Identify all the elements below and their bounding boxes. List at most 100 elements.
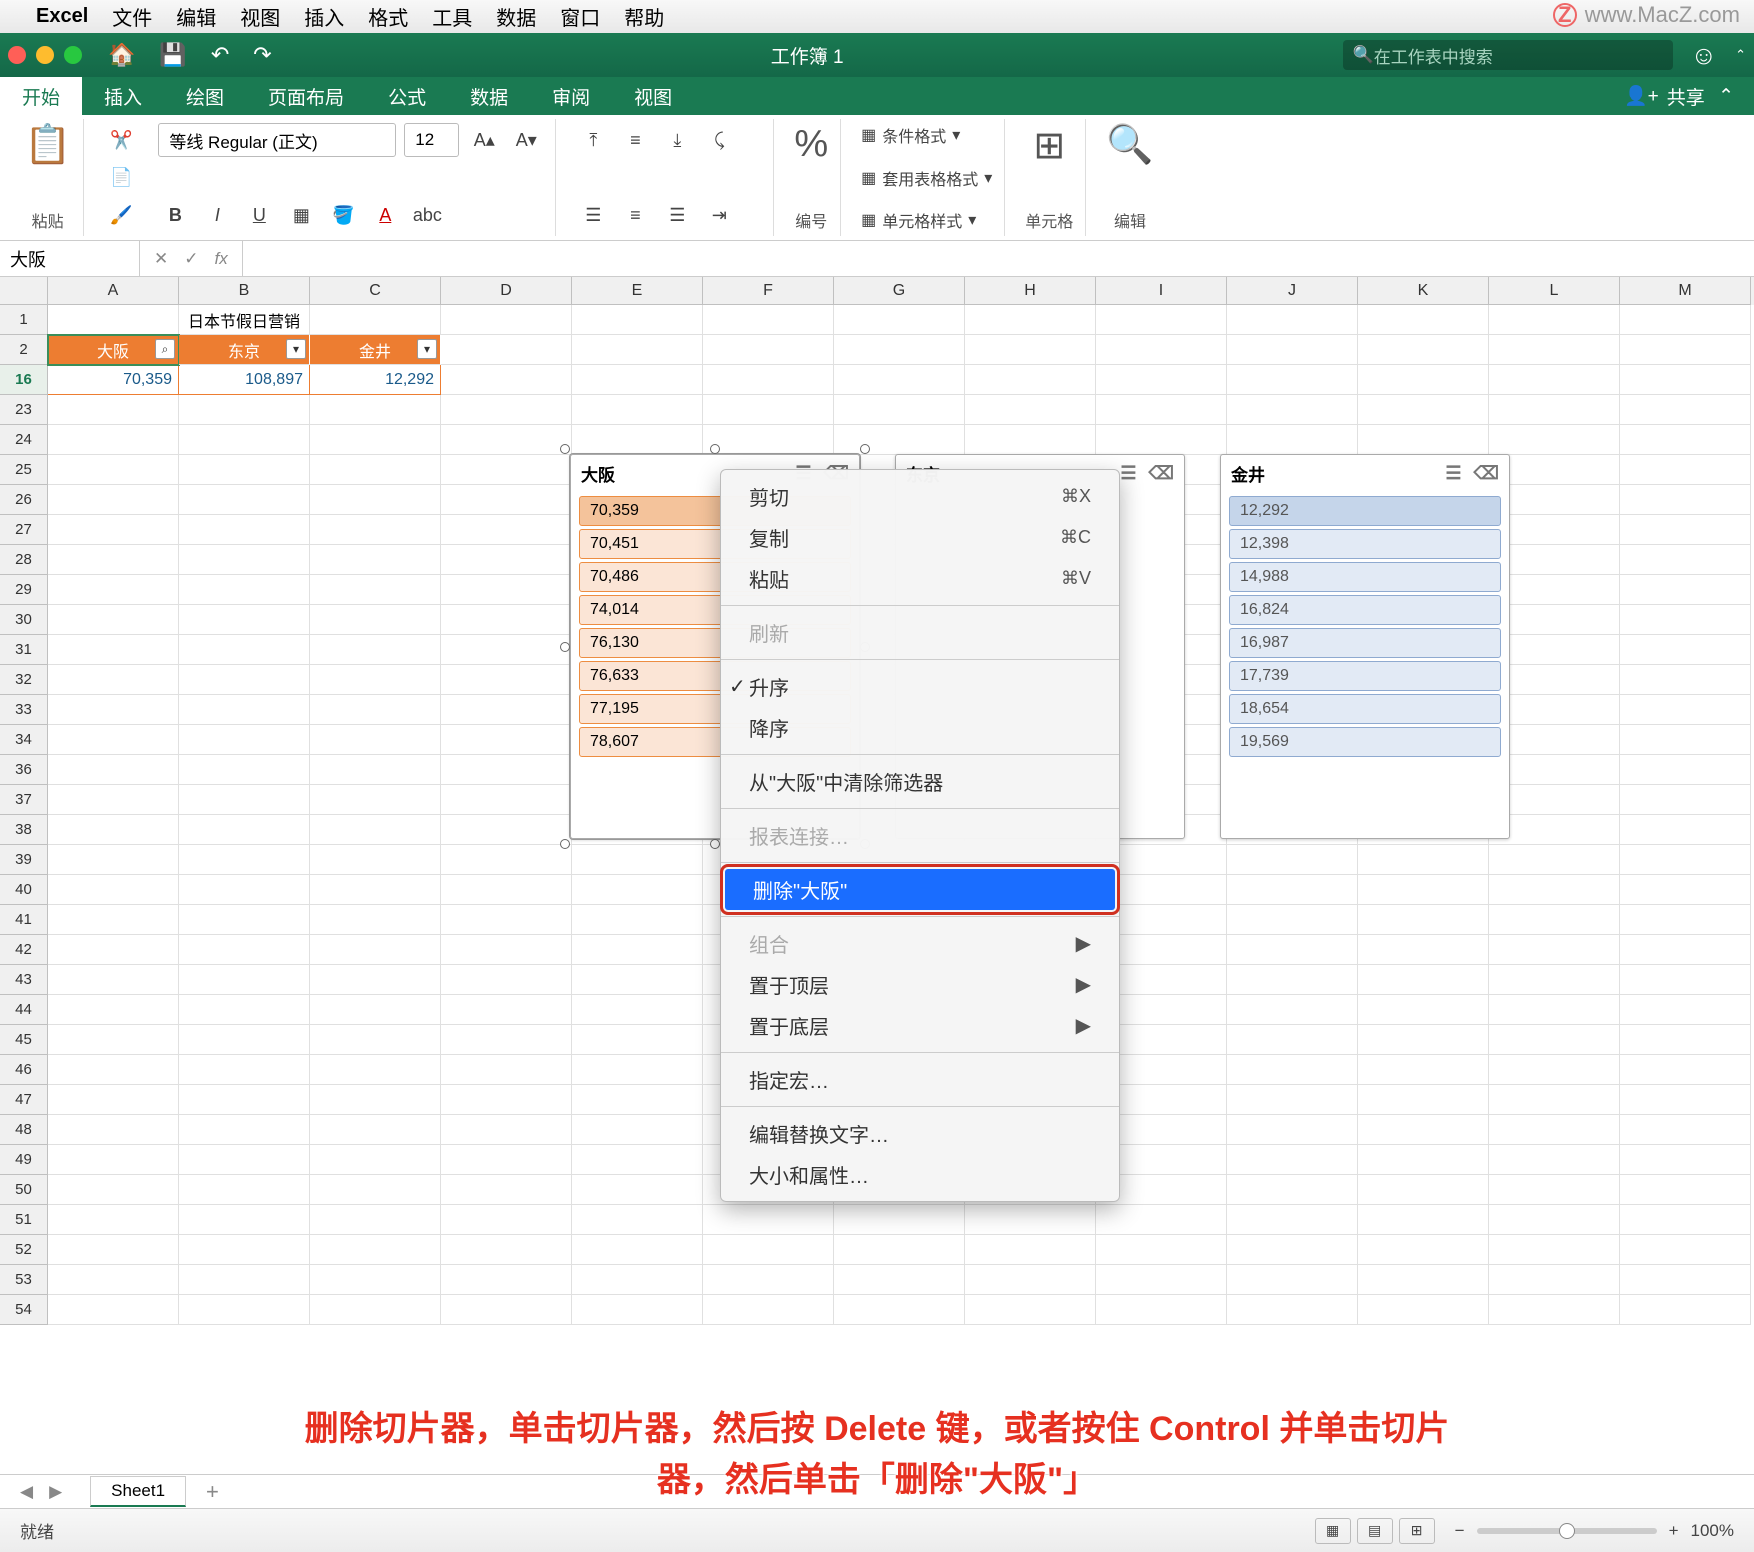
feedback-icon[interactable]: ☺: [1691, 40, 1718, 71]
cell[interactable]: [1489, 305, 1620, 335]
prev-sheet-icon[interactable]: ◀: [20, 1482, 33, 1502]
cell[interactable]: [703, 1265, 834, 1295]
cell[interactable]: [1620, 1265, 1751, 1295]
view-pagelayout-icon[interactable]: ▤: [1357, 1518, 1393, 1544]
cell[interactable]: [1489, 935, 1620, 965]
cell[interactable]: [310, 305, 441, 335]
row-header[interactable]: 28: [0, 545, 48, 575]
cell[interactable]: [1620, 635, 1751, 665]
home-icon[interactable]: 🏠: [108, 42, 135, 68]
cell[interactable]: [572, 1205, 703, 1235]
cell[interactable]: [441, 545, 572, 575]
cell[interactable]: [1227, 1295, 1358, 1325]
cell[interactable]: [1358, 1295, 1489, 1325]
cell[interactable]: [965, 1295, 1096, 1325]
slicer-item[interactable]: 12,292: [1229, 496, 1501, 526]
cell[interactable]: [179, 875, 310, 905]
cell[interactable]: [310, 575, 441, 605]
cell[interactable]: [310, 1205, 441, 1235]
menu-view[interactable]: 视图: [240, 2, 280, 31]
tab-viewtab[interactable]: 视图: [612, 77, 694, 115]
row-header[interactable]: 34: [0, 725, 48, 755]
row-header[interactable]: 41: [0, 905, 48, 935]
cell[interactable]: [1227, 1235, 1358, 1265]
cell[interactable]: [441, 1175, 572, 1205]
cell[interactable]: [441, 695, 572, 725]
table-format-button[interactable]: ▦ 套用表格格式 ▾: [861, 166, 992, 190]
cell[interactable]: [1358, 305, 1489, 335]
cell[interactable]: [48, 1175, 179, 1205]
cell[interactable]: [1096, 1205, 1227, 1235]
cell[interactable]: [441, 815, 572, 845]
cell[interactable]: [1096, 425, 1227, 455]
orientation-icon[interactable]: ⤹: [702, 123, 736, 157]
cell[interactable]: [834, 1235, 965, 1265]
row-header[interactable]: 44: [0, 995, 48, 1025]
cell[interactable]: [1620, 935, 1751, 965]
cell[interactable]: [572, 1025, 703, 1055]
cell[interactable]: [441, 845, 572, 875]
cell[interactable]: [1489, 1115, 1620, 1145]
cell[interactable]: [179, 1055, 310, 1085]
cell[interactable]: [441, 575, 572, 605]
cell[interactable]: [310, 665, 441, 695]
cell[interactable]: [1227, 1025, 1358, 1055]
font-size-select[interactable]: 12: [404, 123, 459, 157]
format-painter-icon[interactable]: 🖌️: [104, 198, 138, 232]
cell[interactable]: [441, 935, 572, 965]
cell[interactable]: [441, 515, 572, 545]
cell[interactable]: [1489, 905, 1620, 935]
cell[interactable]: [1620, 455, 1751, 485]
cell[interactable]: [965, 335, 1096, 365]
ctx-delete-slicer[interactable]: 删除"大阪": [725, 869, 1115, 910]
find-icon[interactable]: 🔍: [1106, 123, 1153, 167]
cell[interactable]: [703, 1295, 834, 1325]
cell[interactable]: [1489, 1145, 1620, 1175]
cell[interactable]: [1227, 935, 1358, 965]
tab-formulas[interactable]: 公式: [366, 77, 448, 115]
cut-icon[interactable]: ✂️: [104, 123, 138, 157]
italic-button[interactable]: I: [200, 198, 234, 232]
menu-file[interactable]: 文件: [112, 2, 152, 31]
multiselect-icon[interactable]: ☰: [1445, 463, 1461, 484]
cell[interactable]: [441, 965, 572, 995]
cell[interactable]: [310, 905, 441, 935]
cell[interactable]: [1620, 335, 1751, 365]
cell[interactable]: [1620, 665, 1751, 695]
menu-help[interactable]: 帮助: [624, 2, 664, 31]
cell[interactable]: [179, 1235, 310, 1265]
cell[interactable]: [703, 365, 834, 395]
tab-home[interactable]: 开始: [0, 77, 82, 115]
cell[interactable]: [310, 1085, 441, 1115]
cell[interactable]: [441, 335, 572, 365]
undo-icon[interactable]: ↶: [211, 42, 229, 68]
cell[interactable]: [48, 395, 179, 425]
cell[interactable]: [572, 905, 703, 935]
cell[interactable]: [48, 1265, 179, 1295]
tab-insert[interactable]: 插入: [82, 77, 164, 115]
cell[interactable]: [572, 1055, 703, 1085]
slicer-item[interactable]: 14,988: [1229, 562, 1501, 592]
slicer-item[interactable]: 16,824: [1229, 595, 1501, 625]
cell[interactable]: [441, 1235, 572, 1265]
cell[interactable]: [48, 515, 179, 545]
row-header[interactable]: 30: [0, 605, 48, 635]
col-header-B[interactable]: B: [179, 277, 310, 305]
col-header-M[interactable]: M: [1620, 277, 1751, 305]
cell[interactable]: [441, 1025, 572, 1055]
cell[interactable]: [572, 395, 703, 425]
cell[interactable]: [1489, 1055, 1620, 1085]
cell[interactable]: [179, 485, 310, 515]
cell[interactable]: [1620, 815, 1751, 845]
cell[interactable]: [1227, 995, 1358, 1025]
cell[interactable]: [572, 1295, 703, 1325]
cell[interactable]: [48, 635, 179, 665]
search-input[interactable]: 🔍 在工作表中搜索: [1343, 40, 1673, 70]
cell[interactable]: [441, 1265, 572, 1295]
cell[interactable]: [1620, 1025, 1751, 1055]
cell[interactable]: [310, 965, 441, 995]
row-header[interactable]: 46: [0, 1055, 48, 1085]
col-header-K[interactable]: K: [1358, 277, 1489, 305]
cell[interactable]: [48, 1235, 179, 1265]
cell[interactable]: [1096, 305, 1227, 335]
